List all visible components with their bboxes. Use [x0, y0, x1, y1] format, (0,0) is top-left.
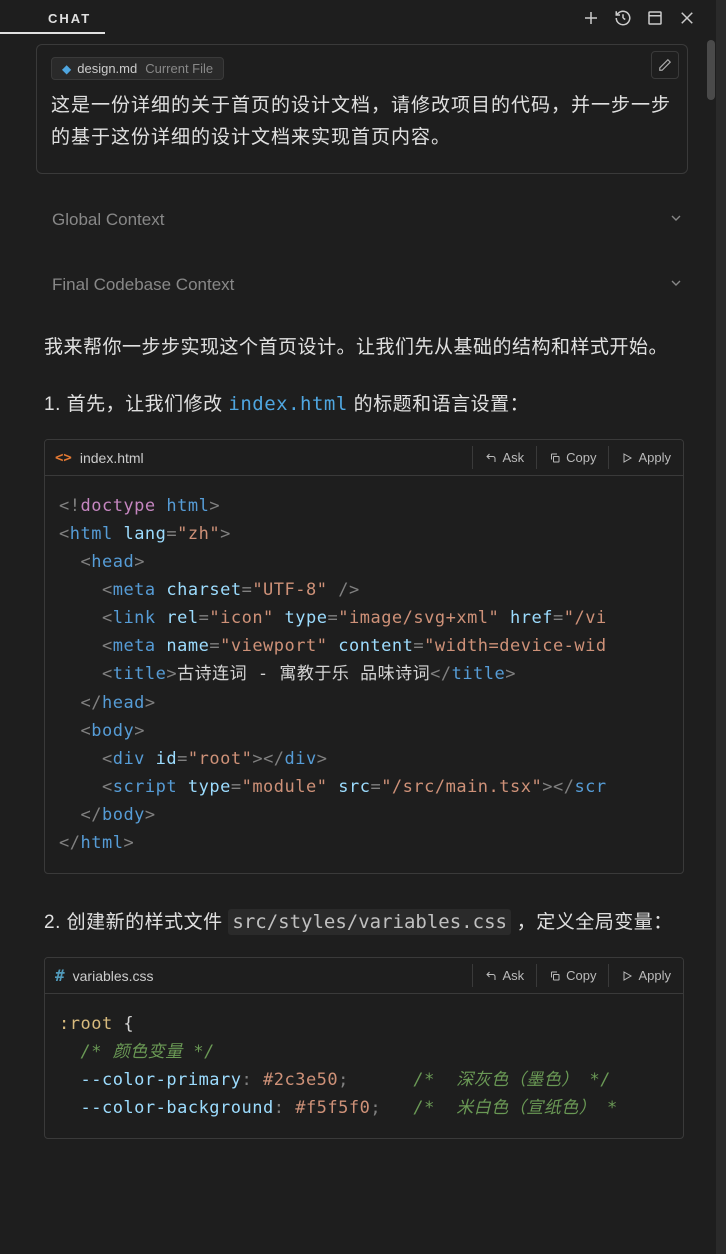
context-file-chip[interactable]: ◆ design.md Current File — [51, 57, 224, 80]
pin-icon: ◆ — [62, 62, 71, 76]
final-codebase-label: Final Codebase Context — [52, 275, 234, 295]
chevron-down-icon — [668, 275, 684, 296]
ask-button[interactable]: Ask — [472, 446, 536, 469]
copy-button[interactable]: Copy — [536, 964, 608, 987]
plus-icon[interactable] — [582, 9, 600, 27]
assistant-intro: 我来帮你一步步实现这个首页设计。让我们先从基础的结构和样式开始。 — [44, 332, 684, 364]
close-icon[interactable] — [678, 9, 696, 27]
inline-code-path: src/styles/variables.css — [228, 909, 511, 935]
apply-button[interactable]: Apply — [608, 964, 683, 987]
code-filename: index.html — [80, 450, 144, 466]
global-context-label: Global Context — [52, 210, 164, 230]
code-body[interactable]: <!doctype html> <html lang="zh"> <head> … — [45, 476, 683, 873]
html-file-icon: <> — [55, 450, 72, 466]
chat-tab[interactable]: CHAT — [0, 3, 105, 34]
window-icon[interactable] — [646, 9, 664, 27]
right-gutter — [716, 0, 726, 1254]
code-block-index-html: <> index.html Ask Copy Apply — [44, 439, 684, 874]
code-filename: variables.css — [73, 968, 154, 984]
scrollbar-thumb[interactable] — [707, 40, 715, 100]
step-1-line: 1. 首先，让我们修改 index.html 的标题和语言设置： — [44, 388, 684, 421]
scrollbar[interactable] — [706, 0, 716, 1254]
css-file-icon: # — [55, 966, 65, 985]
inline-code-filename: index.html — [228, 393, 347, 415]
user-message-text: 这是一份详细的关于首页的设计文档，请修改项目的代码，并一步一步的基于这份详细的设… — [51, 90, 673, 155]
code-body[interactable]: :root { /* 颜色变量 */ --color-primary: #2c3… — [45, 994, 683, 1138]
apply-button[interactable]: Apply — [608, 446, 683, 469]
final-codebase-section[interactable]: Final Codebase Context — [36, 267, 688, 304]
history-icon[interactable] — [614, 9, 632, 27]
step-2-line: 2. 创建新的样式文件 src/styles/variables.css ，定义… — [44, 906, 684, 939]
code-block-variables-css: # variables.css Ask Copy Apply — [44, 957, 684, 1139]
chevron-down-icon — [668, 210, 684, 231]
ask-button[interactable]: Ask — [472, 964, 536, 987]
copy-button[interactable]: Copy — [536, 446, 608, 469]
user-message-box: ◆ design.md Current File 这是一份详细的关于首页的设计文… — [36, 44, 688, 174]
file-chip-name: design.md — [77, 61, 137, 76]
global-context-section[interactable]: Global Context — [36, 202, 688, 239]
file-chip-label: Current File — [145, 61, 213, 76]
chat-header: CHAT — [0, 0, 706, 36]
edit-message-button[interactable] — [651, 51, 679, 79]
